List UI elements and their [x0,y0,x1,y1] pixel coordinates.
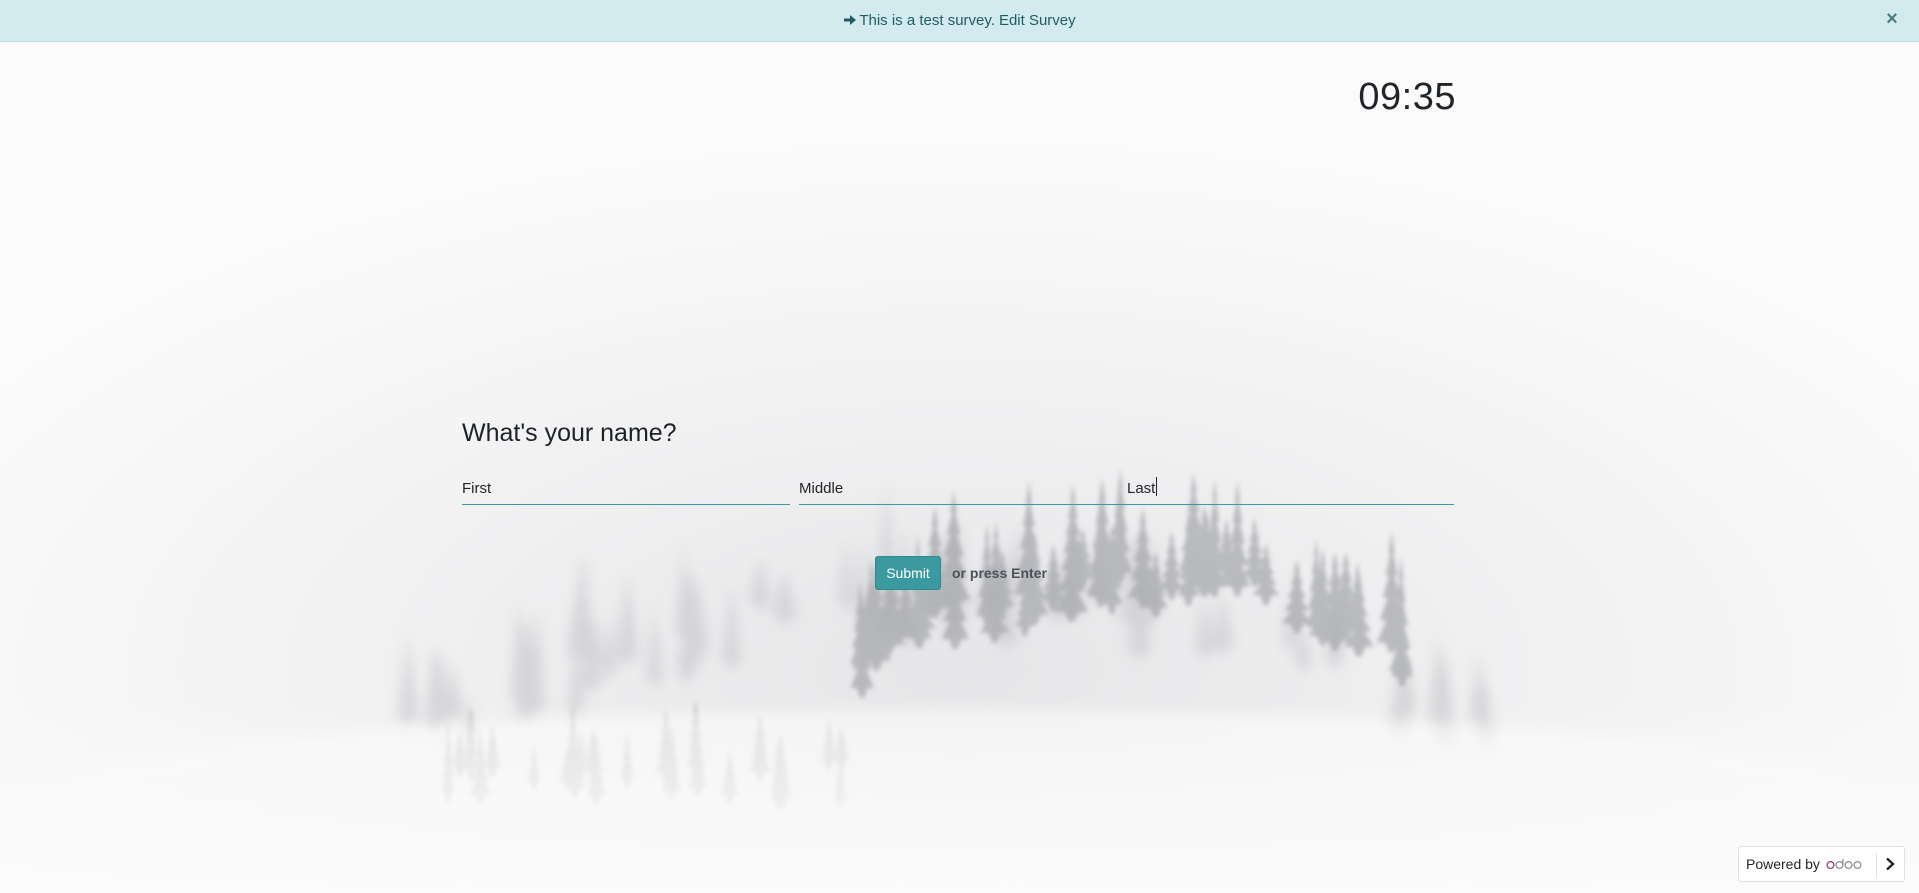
last-name-input[interactable] [1127,477,1454,499]
odoo-logo[interactable] [1826,857,1862,871]
arrow-right-icon [843,13,857,27]
first-name-input[interactable] [462,477,790,499]
middle-name-input[interactable] [799,477,1127,499]
press-enter-hint: or press Enter [952,565,1047,581]
divider [1876,853,1877,877]
question-block: What's your name? [462,419,1454,505]
name-fields [462,471,1454,507]
text-caret [1156,477,1157,496]
submit-button[interactable]: Submit [875,556,941,590]
first-name-field [462,471,790,505]
survey-timer: 09:35 [1358,76,1456,118]
close-icon[interactable]: × [1882,9,1902,29]
powered-by-badge: Powered by [1738,846,1905,882]
chevron-right-icon[interactable] [1882,856,1898,872]
test-survey-banner: This is a test survey. Edit Survey × [0,0,1919,42]
edit-survey-link[interactable]: Edit Survey [999,12,1076,29]
last-name-field [1127,471,1454,505]
middle-name-field [799,471,1127,505]
powered-by-label: Powered by [1746,856,1820,872]
banner-message: This is a test survey. Edit Survey [0,0,1919,40]
question-title: What's your name? [462,419,677,447]
banner-text: This is a test survey. [859,11,995,29]
submit-row: Submit or press Enter [875,556,1047,590]
